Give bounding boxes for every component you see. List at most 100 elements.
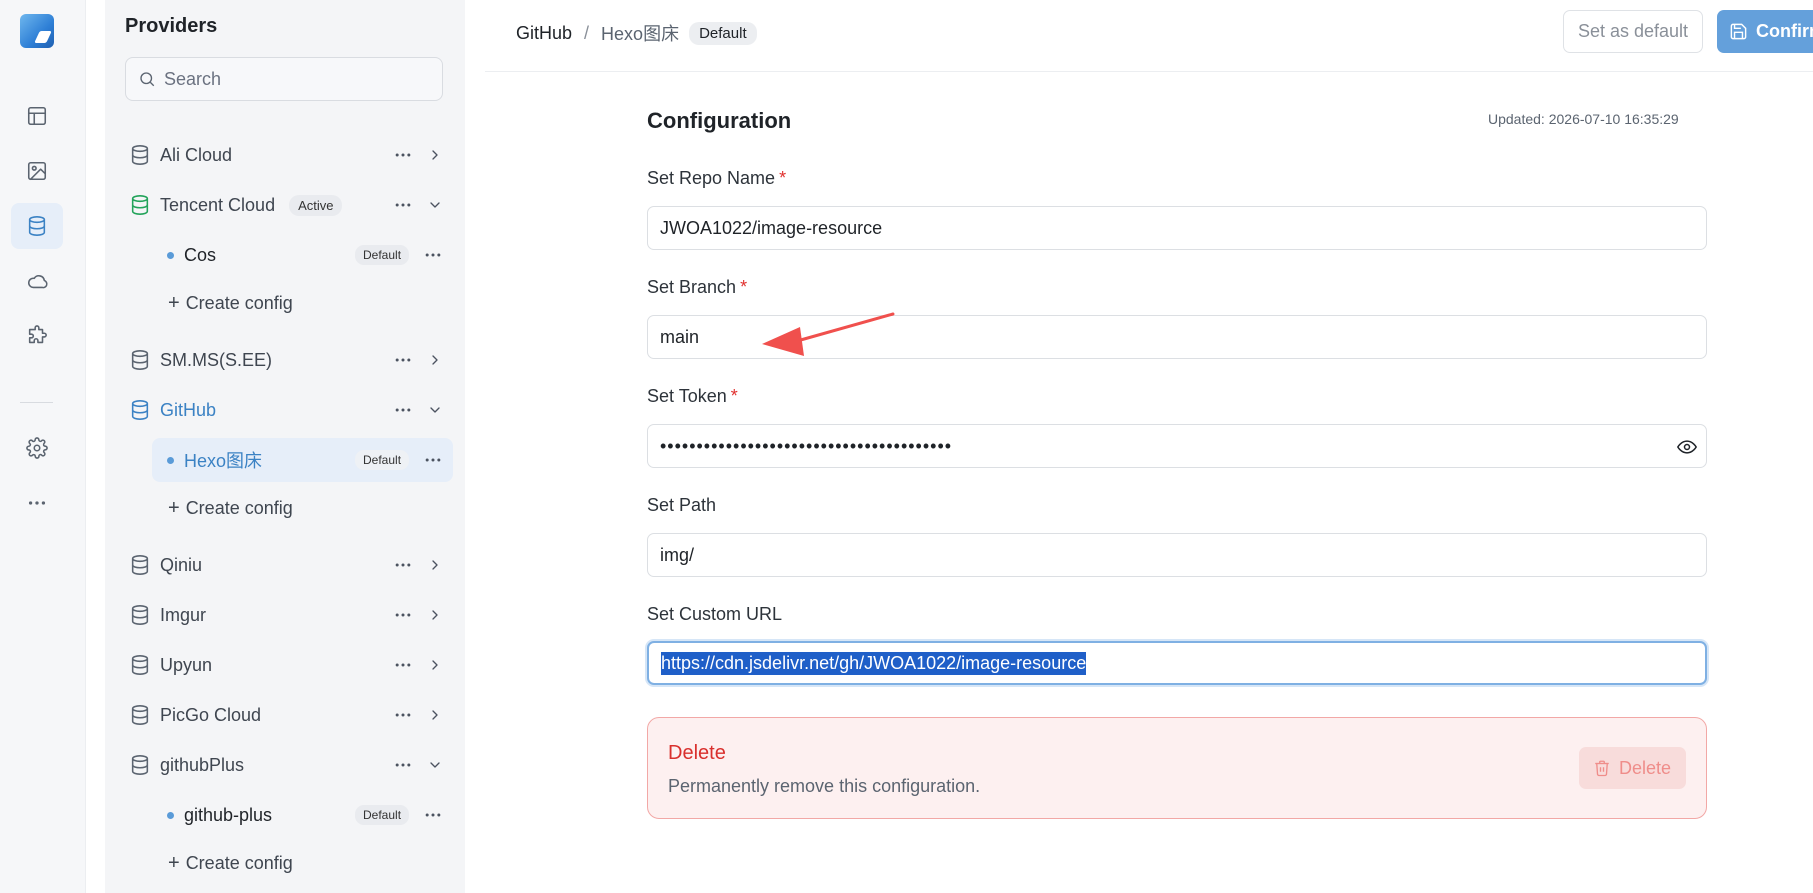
breadcrumb-separator: / bbox=[584, 22, 590, 43]
provider-name: SM.MS(S.EE) bbox=[160, 349, 273, 370]
token-field[interactable] bbox=[647, 424, 1707, 468]
chevron-down-icon[interactable] bbox=[424, 754, 446, 776]
provider-github[interactable]: GitHub bbox=[116, 388, 455, 432]
top-bar: GitHub / Hexo图床 Default Set as default C… bbox=[485, 0, 1813, 72]
provider-qiniu[interactable]: Qiniu bbox=[120, 543, 455, 587]
more-icon[interactable] bbox=[422, 449, 444, 471]
nav-plugins[interactable] bbox=[11, 313, 63, 359]
provider-tencent-cloud[interactable]: Tencent Cloud Active bbox=[120, 183, 455, 227]
set-default-button[interactable]: Set as default bbox=[1563, 10, 1703, 53]
branch-field[interactable] bbox=[647, 315, 1707, 359]
create-config-label: Create config bbox=[185, 292, 293, 313]
more-icon[interactable] bbox=[392, 654, 414, 676]
more-icon[interactable] bbox=[392, 399, 414, 421]
eye-icon[interactable] bbox=[1676, 436, 1698, 458]
more-icon[interactable] bbox=[392, 144, 414, 166]
token-input[interactable] bbox=[660, 435, 1660, 457]
providers-title: Providers bbox=[125, 15, 218, 37]
default-badge: Default bbox=[355, 450, 410, 470]
breadcrumb-provider[interactable]: GitHub bbox=[516, 23, 572, 44]
create-config-button[interactable]: + Create config bbox=[168, 848, 293, 878]
image-icon bbox=[27, 161, 47, 181]
more-icon[interactable] bbox=[422, 244, 444, 266]
provider-smms[interactable]: SM.MS(S.EE) bbox=[120, 338, 455, 382]
provider-name: Upyun bbox=[160, 654, 213, 675]
trash-icon bbox=[1595, 760, 1609, 777]
nav-settings[interactable] bbox=[11, 425, 63, 471]
custom-url-field[interactable]: https://cdn.jsdelivr.net/gh/JWOA1022/ima… bbox=[647, 641, 1707, 685]
path-input[interactable] bbox=[660, 544, 1660, 566]
gear-icon bbox=[26, 437, 48, 459]
nav-cloud[interactable] bbox=[11, 258, 63, 304]
config-name: github-plus bbox=[184, 804, 273, 825]
chevron-down-icon[interactable] bbox=[424, 194, 446, 216]
main-content: GitHub / Hexo图床 Default Set as default C… bbox=[485, 0, 1813, 893]
chevron-right-icon[interactable] bbox=[424, 554, 446, 576]
config-name: Hexo图床 bbox=[184, 451, 263, 471]
repo-field[interactable] bbox=[647, 206, 1707, 250]
nav-providers[interactable] bbox=[11, 203, 63, 249]
database-icon bbox=[129, 704, 151, 726]
delete-button[interactable]: Delete bbox=[1579, 747, 1686, 789]
more-icon[interactable] bbox=[392, 704, 414, 726]
provider-ali-cloud[interactable]: Ali Cloud bbox=[120, 133, 455, 177]
more-icon[interactable] bbox=[392, 754, 414, 776]
provider-search[interactable] bbox=[125, 57, 443, 101]
provider-imgur[interactable]: Imgur bbox=[120, 593, 455, 637]
confirm-label: Confirm bbox=[1756, 21, 1813, 41]
path-label: Set Path bbox=[647, 495, 716, 516]
required-mark: * bbox=[730, 386, 738, 406]
database-icon bbox=[28, 216, 46, 236]
plus-icon: + bbox=[168, 291, 180, 314]
default-badge: Default bbox=[355, 245, 410, 265]
nav-gallery[interactable] bbox=[11, 148, 63, 194]
chevron-right-icon[interactable] bbox=[424, 604, 446, 626]
default-badge: Default bbox=[355, 805, 410, 825]
provider-name: Tencent Cloud bbox=[160, 194, 276, 215]
danger-title: Delete bbox=[668, 742, 726, 764]
more-icon[interactable] bbox=[422, 804, 444, 826]
repo-input[interactable] bbox=[660, 217, 1660, 239]
breadcrumb-config: Hexo图床 bbox=[601, 24, 680, 44]
custom-url-input[interactable]: https://cdn.jsdelivr.net/gh/JWOA1022/ima… bbox=[661, 651, 1087, 675]
chevron-down-icon[interactable] bbox=[424, 399, 446, 421]
branch-input[interactable] bbox=[660, 326, 1660, 348]
provider-name: githubPlus bbox=[160, 754, 245, 775]
search-input[interactable] bbox=[164, 68, 424, 90]
provider-upyun[interactable]: Upyun bbox=[120, 643, 455, 687]
more-horizontal-icon bbox=[28, 501, 46, 505]
nav-more[interactable] bbox=[11, 480, 63, 526]
provider-picgo-cloud[interactable]: PicGo Cloud bbox=[120, 693, 455, 737]
database-icon bbox=[129, 399, 151, 421]
provider-githubplus[interactable]: githubPlus bbox=[120, 743, 455, 787]
breadcrumb: GitHub / Hexo图床 Default bbox=[516, 20, 757, 46]
more-icon[interactable] bbox=[392, 194, 414, 216]
database-icon bbox=[129, 349, 151, 371]
app-logo bbox=[20, 14, 54, 48]
more-icon[interactable] bbox=[392, 349, 414, 371]
path-field[interactable] bbox=[647, 533, 1707, 577]
config-item-cos[interactable]: Cos Default bbox=[152, 233, 453, 277]
config-item-github-plus[interactable]: github-plus Default bbox=[152, 793, 453, 837]
provider-name: PicGo Cloud bbox=[160, 704, 262, 725]
create-config-button[interactable]: + Create config bbox=[168, 288, 293, 318]
chevron-right-icon[interactable] bbox=[424, 654, 446, 676]
create-config-button[interactable]: + Create config bbox=[168, 493, 293, 523]
delete-label: Delete bbox=[1619, 757, 1672, 778]
plus-icon: + bbox=[168, 496, 180, 519]
create-config-label: Create config bbox=[185, 852, 293, 873]
danger-description: Permanently remove this configuration. bbox=[668, 776, 981, 796]
rail-divider bbox=[20, 402, 53, 403]
chevron-right-icon[interactable] bbox=[424, 349, 446, 371]
chevron-right-icon[interactable] bbox=[424, 144, 446, 166]
confirm-button[interactable]: Confirm bbox=[1717, 10, 1813, 53]
required-mark: * bbox=[779, 168, 787, 188]
provider-name: Imgur bbox=[160, 604, 207, 625]
more-icon[interactable] bbox=[392, 604, 414, 626]
chevron-right-icon[interactable] bbox=[424, 704, 446, 726]
config-item-hexo[interactable]: Hexo图床 Default bbox=[152, 438, 453, 482]
danger-zone: Delete Permanently remove this configura… bbox=[647, 717, 1707, 819]
more-icon[interactable] bbox=[392, 554, 414, 576]
token-label-text: Set Token bbox=[647, 386, 727, 406]
nav-dashboard[interactable] bbox=[11, 93, 63, 139]
